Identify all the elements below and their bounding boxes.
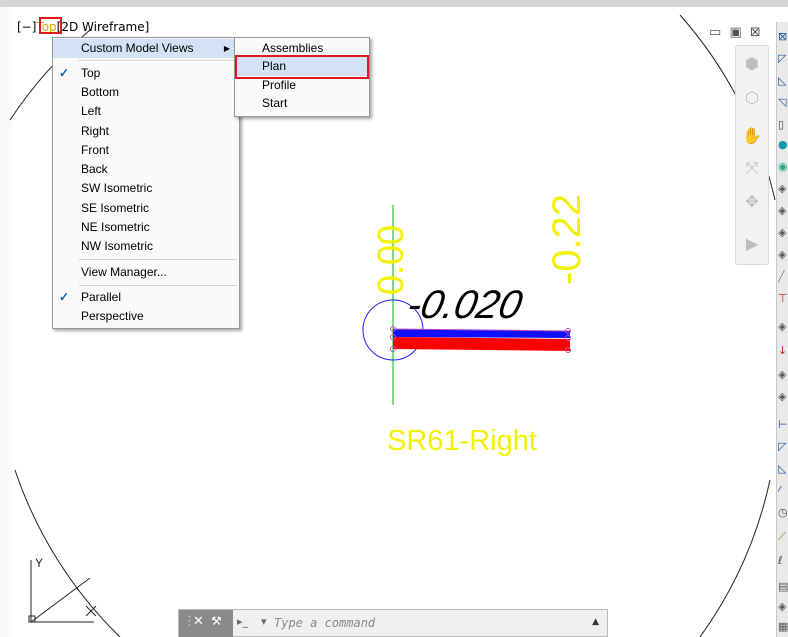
- navigation-bar: ⬢ ⬡ ✋ ⤧ ✥ ▶: [735, 45, 769, 265]
- red-band: [393, 337, 570, 351]
- tool-icon[interactable]: ◹: [778, 96, 788, 110]
- command-input[interactable]: Type a command: [274, 616, 375, 630]
- label-grade: -0.020: [403, 283, 527, 327]
- tool-icon[interactable]: ⁄: [778, 484, 788, 498]
- view-menu: Custom Model Views ▶ ✓ Top Bottom Left Rig…: [52, 37, 240, 329]
- label-section-name: SR61-Right: [387, 425, 537, 457]
- tool-icon[interactable]: ◈: [778, 368, 788, 382]
- dropdown-arrow-icon[interactable]: ▾: [261, 615, 267, 628]
- menu-item-top[interactable]: ✓ Top: [53, 64, 239, 83]
- tool-icon[interactable]: ◷: [778, 506, 788, 520]
- menu-item-nw-isometric[interactable]: NW Isometric: [53, 237, 239, 256]
- tool-icon[interactable]: ◸: [778, 440, 788, 454]
- tool-icon[interactable]: ℓ: [778, 554, 788, 568]
- menu-item-back[interactable]: Back: [53, 160, 239, 179]
- arc-bottom-right: [699, 479, 771, 637]
- menu-item-parallel[interactable]: ✓ Parallel: [53, 288, 239, 307]
- tool-icon[interactable]: ◈: [778, 226, 788, 240]
- menu-item-bottom[interactable]: Bottom: [53, 83, 239, 102]
- viewport-minimize-control[interactable]: [−]: [17, 20, 36, 34]
- tool-icon[interactable]: ◺: [778, 74, 788, 88]
- label-zero-annotation: 0.00: [370, 224, 411, 295]
- close-icon[interactable]: ⊠: [750, 25, 763, 40]
- viewport-window-buttons: ▭ ▣ ⊠: [709, 25, 763, 40]
- tool-icon[interactable]: ◉: [778, 160, 788, 174]
- close-command-line-icon[interactable]: ✕: [193, 614, 204, 629]
- submenu-arrow-icon: ▶: [223, 44, 230, 53]
- tool-icon[interactable]: ▦: [778, 620, 788, 634]
- zoom-icon[interactable]: ⤧: [742, 158, 762, 178]
- tool-icon[interactable]: ◸: [778, 52, 788, 66]
- restore-icon[interactable]: ▭: [709, 25, 723, 40]
- menu-item-sw-isometric[interactable]: SW Isometric: [53, 179, 239, 198]
- tool-icon[interactable]: ●: [778, 138, 788, 152]
- label-slope-annotation: -0.22: [545, 193, 589, 285]
- tool-icon[interactable]: ◺: [778, 462, 788, 476]
- showmotion-icon[interactable]: ⬡: [742, 88, 762, 108]
- menu-item-right[interactable]: Right: [53, 122, 239, 141]
- ucs-y-label: Y: [35, 556, 43, 570]
- tool-icon[interactable]: ◈: [778, 390, 788, 404]
- menu-item-se-isometric[interactable]: SE Isometric: [53, 199, 239, 218]
- command-line: ⋮ ✕ ⚒ ▸_ ▾ Type a command ▲: [178, 609, 608, 637]
- pan-icon[interactable]: ✋: [742, 126, 762, 146]
- menu-item-ne-isometric[interactable]: NE Isometric: [53, 218, 239, 237]
- tool-icon[interactable]: ⊤: [778, 292, 788, 306]
- orbit-icon[interactable]: ✥: [742, 192, 762, 212]
- tool-icon[interactable]: ⟋: [778, 530, 788, 544]
- tool-icon[interactable]: ▯: [778, 118, 788, 132]
- show-motion-icon[interactable]: ▶: [742, 234, 762, 254]
- customize-wrench-icon[interactable]: ⚒: [211, 614, 222, 628]
- steering-wheel-icon[interactable]: ⬢: [742, 54, 762, 74]
- menu-item-view-manager[interactable]: View Manager...: [53, 263, 239, 282]
- tool-icon[interactable]: ⊠: [778, 30, 788, 44]
- tool-icon[interactable]: ◈: [778, 320, 788, 334]
- check-icon: ✓: [59, 290, 70, 304]
- menu-item-left[interactable]: Left: [53, 102, 239, 121]
- plan-highlight-box: [235, 55, 369, 79]
- menu-item-custom-model-views[interactable]: Custom Model Views ▶: [53, 39, 239, 58]
- right-toolbar: ⊠ ◸ ◺ ◹ ▯ ● ◉ ◈ ◈ ◈ ◈ ╱ ⊤ ◈ ↓ ◈ ◈ ⊢ ◸ ◺ …: [776, 22, 788, 637]
- submenu-item-start[interactable]: Start: [235, 94, 369, 113]
- menu-item-perspective[interactable]: Perspective: [53, 307, 239, 326]
- viewport-controls: [−]Top[2D Wireframe]: [17, 20, 149, 34]
- tool-icon[interactable]: ⊢: [778, 418, 788, 432]
- view-control-highlight: [39, 17, 62, 34]
- tool-icon[interactable]: ╱: [778, 270, 788, 284]
- command-prompt-icon[interactable]: ▸_: [237, 615, 248, 628]
- visual-style-control[interactable]: [2D Wireframe]: [57, 20, 150, 34]
- tool-icon[interactable]: ◈: [778, 600, 788, 614]
- tool-icon[interactable]: ◈: [778, 204, 788, 218]
- maximize-icon[interactable]: ▣: [729, 25, 743, 40]
- check-icon: ✓: [59, 66, 70, 80]
- tool-icon[interactable]: ◈: [778, 248, 788, 262]
- tool-icon[interactable]: ▤: [778, 580, 788, 594]
- menu-item-front[interactable]: Front: [53, 141, 239, 160]
- tool-icon[interactable]: ↓: [778, 344, 788, 358]
- command-history-icon[interactable]: ▲: [592, 617, 599, 627]
- command-line-handle[interactable]: ⋮ ✕ ⚒: [179, 610, 233, 637]
- tool-icon[interactable]: ◈: [778, 182, 788, 196]
